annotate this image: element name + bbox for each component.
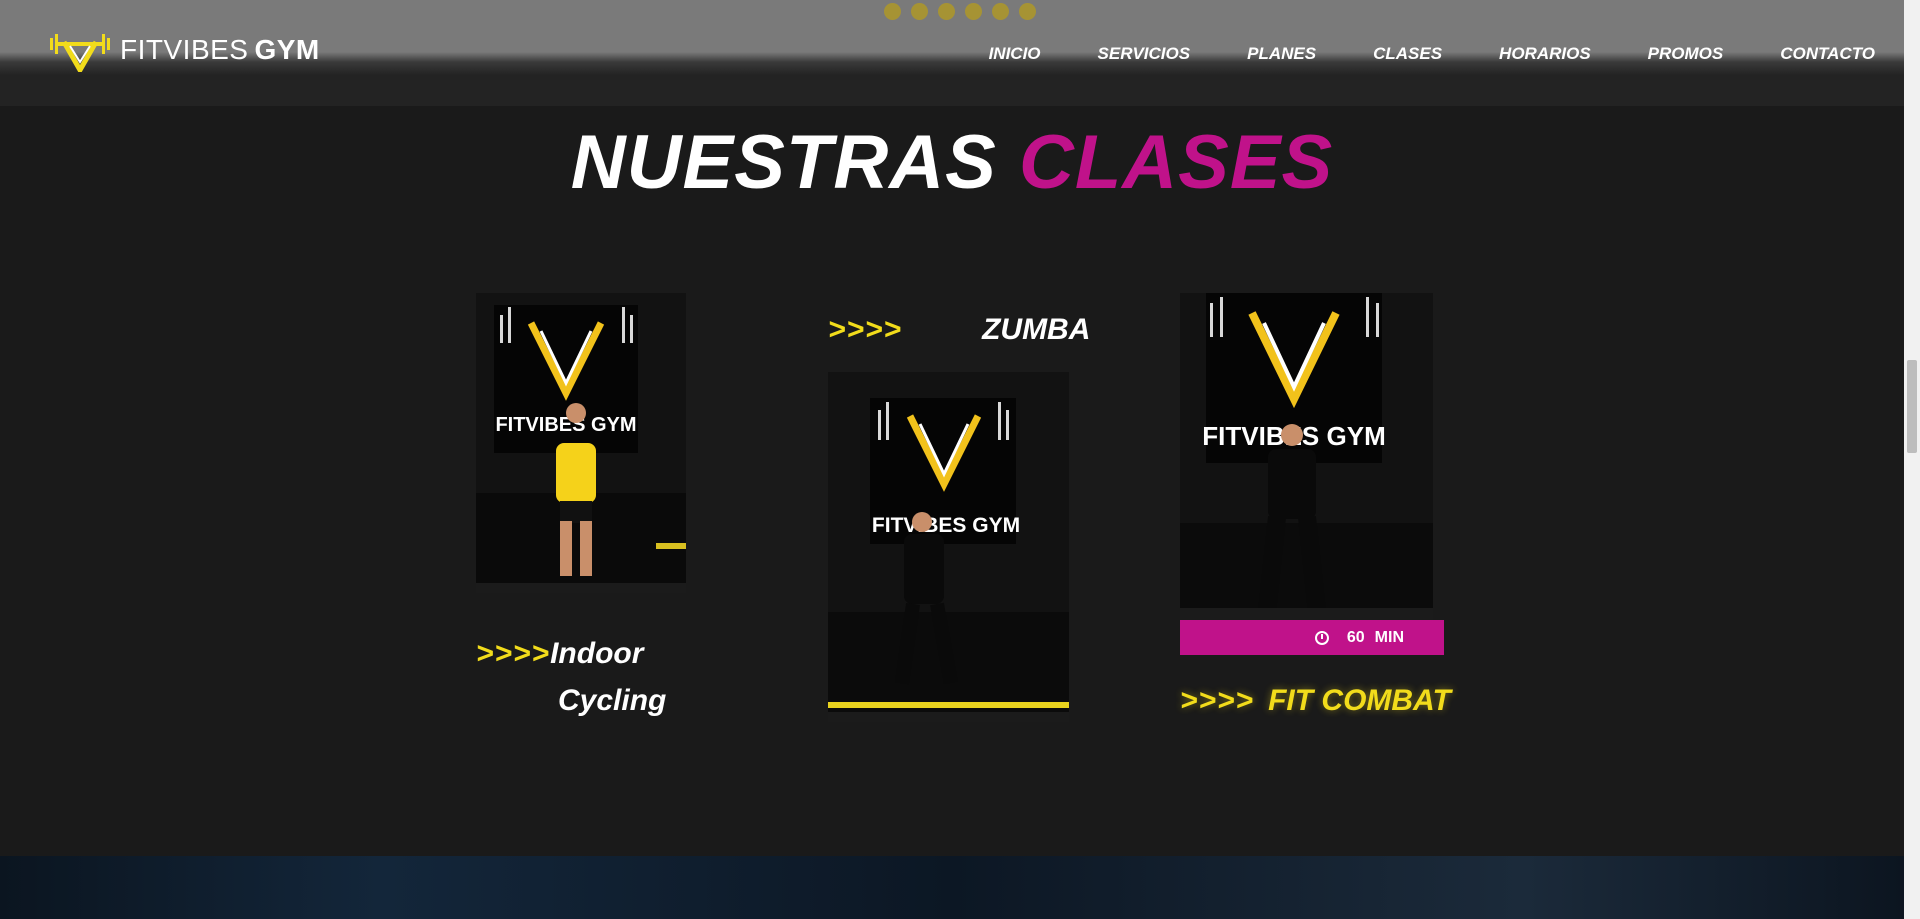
- class-duration-badge: 60 MIN: [1180, 620, 1444, 655]
- scrollbar-thumb[interactable]: [1907, 360, 1917, 453]
- nav-item-promos[interactable]: PROMOS: [1648, 44, 1724, 64]
- class-name: ZUMBA: [982, 313, 1091, 346]
- indoor-cycling-photo: FITVIBES GYM: [476, 293, 686, 593]
- nav-item-clases[interactable]: CLASES: [1373, 44, 1442, 64]
- site-header: FITVIBES GYM INICIO SERVICIOS PLANES CLAS…: [0, 0, 1904, 106]
- star-icon: [884, 3, 901, 20]
- nav-item-planes[interactable]: PLANES: [1247, 44, 1316, 64]
- main-nav: INICIO SERVICIOS PLANES CLASES HORARIOS …: [932, 44, 1875, 64]
- duration-value: 60: [1346, 628, 1365, 646]
- fit-combat-photo: FITVIBES GYM: [1180, 293, 1433, 620]
- site-logo[interactable]: FITVIBES GYM: [48, 28, 320, 72]
- class-title-fit-combat: >>>> FIT COMBAT: [1180, 677, 1451, 724]
- photo-logo-text: FITVIBES GYM: [872, 514, 1020, 537]
- arrows-icon: >>>>: [828, 313, 903, 346]
- rating-stars: [884, 3, 1036, 20]
- title-white: NUESTRAS: [570, 120, 997, 205]
- star-icon: [992, 3, 1009, 20]
- arrows-icon: >>>>: [1180, 684, 1255, 717]
- class-title-indoor-cycling: >>>>Indoor Cycling: [476, 630, 666, 724]
- clock-icon: [1314, 630, 1329, 645]
- zumba-photo: FITVIBES GYM: [828, 372, 1069, 722]
- star-icon: [965, 3, 982, 20]
- dumbbell-v-logo-icon: [50, 34, 110, 72]
- class-title-zumba: >>>> ZUMBA: [828, 306, 1090, 353]
- next-section-banner: [0, 856, 1904, 919]
- logo-text-gym: GYM: [254, 34, 320, 65]
- duration-unit: MIN: [1374, 628, 1404, 646]
- class-name: FIT COMBAT: [1268, 684, 1451, 717]
- section-title: NUESTRAS CLASES: [0, 118, 1904, 208]
- class-name-line2: Cycling: [558, 684, 667, 717]
- class-name-line1: Indoor: [550, 637, 644, 670]
- logo-text-fitvibes: FITVIBES: [120, 34, 249, 65]
- star-icon: [1019, 3, 1036, 20]
- title-pink: CLASES: [1018, 120, 1334, 205]
- nav-item-inicio[interactable]: INICIO: [989, 44, 1041, 64]
- star-icon: [938, 3, 955, 20]
- nav-item-horarios[interactable]: HORARIOS: [1499, 44, 1591, 64]
- star-icon: [911, 3, 928, 20]
- arrows-icon: >>>>: [476, 637, 551, 670]
- nav-item-contacto[interactable]: CONTACTO: [1780, 44, 1875, 64]
- logo-text: FITVIBES GYM: [120, 34, 320, 66]
- nav-item-servicios[interactable]: SERVICIOS: [1098, 44, 1191, 64]
- photo-logo-text: FITVIBES GYM: [495, 414, 636, 436]
- page-scrollbar[interactable]: [1904, 0, 1920, 919]
